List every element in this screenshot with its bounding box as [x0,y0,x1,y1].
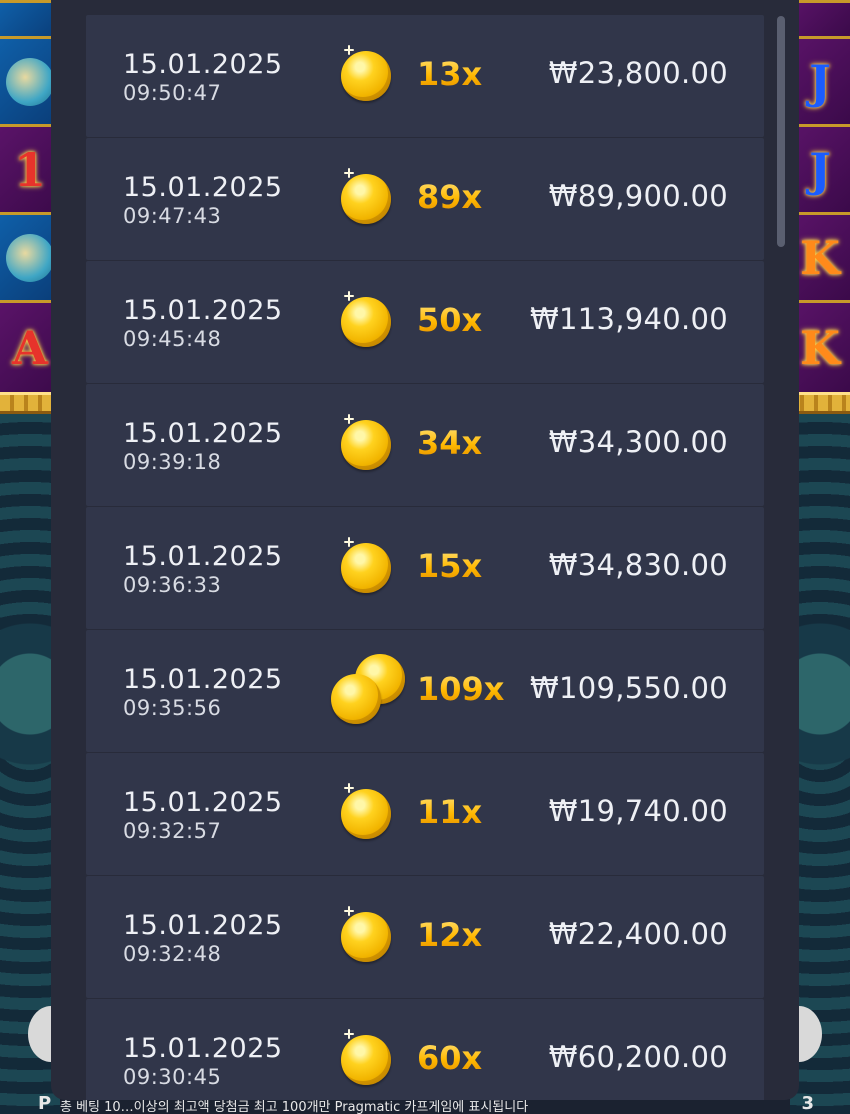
row-date: 15.01.2025 [123,49,283,80]
row-date: 15.01.2025 [123,664,283,695]
row-multiplier: 34x [417,424,483,462]
coin-icon [341,543,391,593]
row-date: 15.01.2025 [123,1033,283,1064]
row-amount: ₩109,550.00 [529,671,728,705]
gold-frame-bar [790,392,850,414]
king-symbol: K [790,300,850,392]
history-row: 15.01.2025 09:39:18 34x ₩34,300.00 [86,384,764,506]
history-row: 15.01.2025 09:50:47 13x ₩23,800.00 [86,15,764,137]
row-time: 09:35:56 [123,696,222,720]
sparkle-icon [344,45,354,55]
history-row: 15.01.2025 09:32:57 11x ₩19,740.00 [86,753,764,875]
koi-icon [6,57,54,106]
row-time: 09:36:33 [123,573,222,597]
row-multiplier: 89x [417,178,483,216]
edge-text-left: P [38,1093,52,1114]
row-amount: ₩23,800.00 [548,56,728,90]
row-amount: ₩60,200.00 [548,1040,728,1074]
reel-symbol [790,0,850,36]
history-row: 15.01.2025 09:45:48 50x ₩113,940.00 [86,261,764,383]
ten-glyph-icon: 1 [13,142,46,197]
ace-glyph-icon: A [12,320,48,375]
row-time: 09:32:57 [123,819,222,843]
sparkle-icon [344,414,354,424]
row-amount: ₩19,740.00 [548,794,728,828]
row-time: 09:39:18 [123,450,222,474]
king-glyph-icon: K [800,230,840,285]
jack-glyph-icon: J [809,142,831,197]
row-date: 15.01.2025 [123,172,283,203]
row-multiplier: 12x [417,916,483,954]
row-amount: ₩34,300.00 [548,425,728,459]
coin-icon [341,1035,391,1085]
history-row: 15.01.2025 09:30:45 60x ₩60,200.00 [86,999,764,1100]
row-multiplier: 11x [417,793,483,831]
sparkle-icon [344,291,354,301]
row-time: 09:30:45 [123,1065,222,1089]
koi-icon [6,233,54,282]
row-date: 15.01.2025 [123,910,283,941]
coin-icon [341,789,391,839]
row-amount: ₩113,940.00 [529,302,728,336]
row-multiplier: 15x [417,547,483,585]
row-date: 15.01.2025 [123,541,283,572]
sparkle-icon [344,783,354,793]
coin-icon [341,174,391,224]
row-amount: ₩34,830.00 [548,548,728,582]
sparkle-icon [344,168,354,178]
coin-icon [341,912,391,962]
edge-text-right: 3 [801,1093,814,1114]
row-amount: ₩89,900.00 [548,179,728,213]
jack-glyph-icon: J [809,54,831,109]
coin-icon [341,297,391,347]
row-time: 09:47:43 [123,204,222,228]
history-row: 15.01.2025 09:47:43 89x ₩89,900.00 [86,138,764,260]
coin-icon [331,674,381,724]
row-amount: ₩22,400.00 [548,917,728,951]
history-row: 15.01.2025 09:32:48 12x ₩22,400.00 [86,876,764,998]
sparkle-icon [344,537,354,547]
jack-symbol: J [790,36,850,124]
row-multiplier: 13x [417,55,483,93]
row-multiplier: 50x [417,301,483,339]
king-symbol: K [790,212,850,300]
row-date: 15.01.2025 [123,418,283,449]
sparkle-icon [344,1029,354,1039]
sparkle-icon [344,906,354,916]
row-multiplier: 60x [417,1039,483,1077]
king-glyph-icon: K [800,320,840,375]
row-time: 09:50:47 [123,81,222,105]
scrollbar-thumb[interactable] [777,16,785,247]
right-reel-strip: J J K K [790,0,850,392]
history-row: 15.01.2025 09:35:56 109x ₩109,550.00 [86,630,764,752]
row-time: 09:45:48 [123,327,222,351]
jack-symbol: J [790,124,850,212]
row-date: 15.01.2025 [123,787,283,818]
coin-icon [341,420,391,470]
history-row: 15.01.2025 09:36:33 15x ₩34,830.00 [86,507,764,629]
row-multiplier: 109x [417,670,505,708]
win-history-panel[interactable]: 15.01.2025 09:50:47 13x ₩23,800.00 15.01.202… [51,0,799,1100]
row-time: 09:32:48 [123,942,222,966]
coin-icon [341,51,391,101]
row-date: 15.01.2025 [123,295,283,326]
